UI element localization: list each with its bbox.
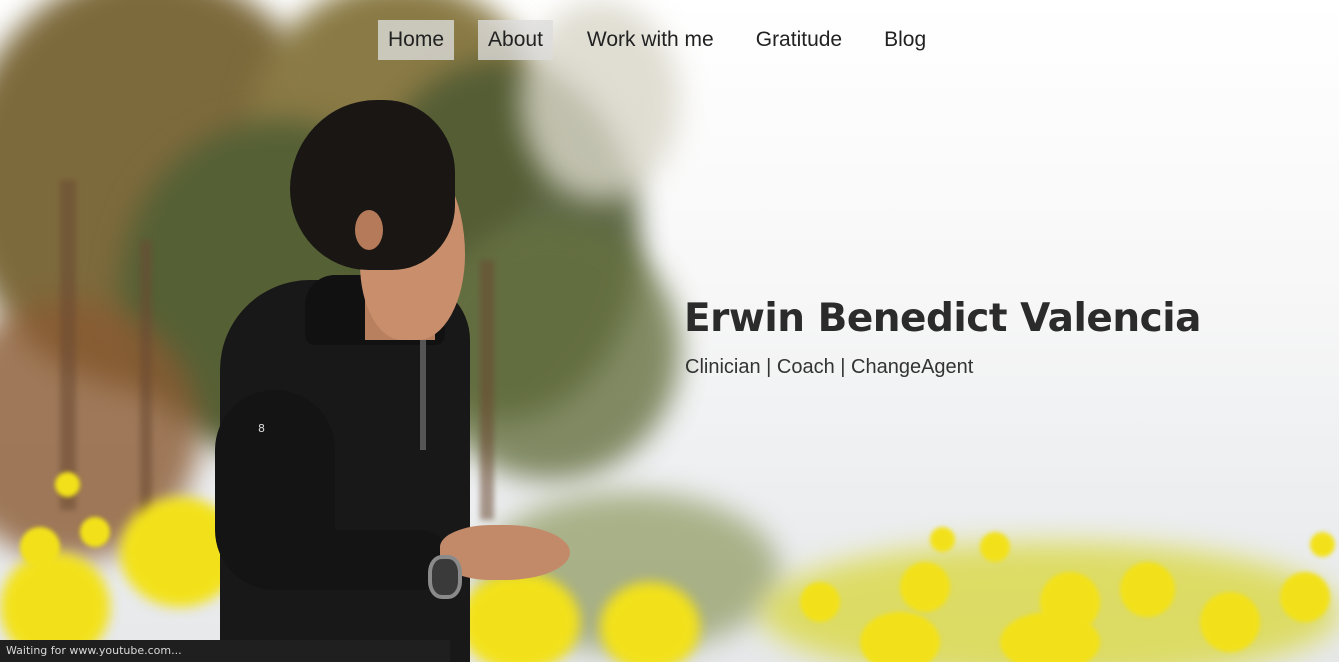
nav-work-with-me[interactable]: Work with me [587,20,714,60]
tagline: Clinician | Coach | ChangeAgent [685,356,974,378]
jacket-zipper [420,340,426,450]
sleeve-badge: 8 [258,422,265,435]
nav-blog[interactable]: Blog [884,20,926,60]
hero-section: 8 Home About Work with me Gratitude Blog… [0,0,1339,662]
forearm [250,530,450,590]
nav-about[interactable]: About [478,20,553,60]
nav-home[interactable]: Home [378,20,455,60]
flower-field [0,472,1339,662]
ear [355,210,383,250]
nav-gratitude[interactable]: Gratitude [756,20,842,60]
browser-status-bar: Waiting for www.youtube.com... [0,640,450,662]
main-nav: Home About Work with me Gratitude Blog [378,20,958,60]
wristwatch [428,555,462,599]
portrait-person: 8 [210,100,610,662]
page-title: Erwin Benedict Valencia [684,296,1201,341]
